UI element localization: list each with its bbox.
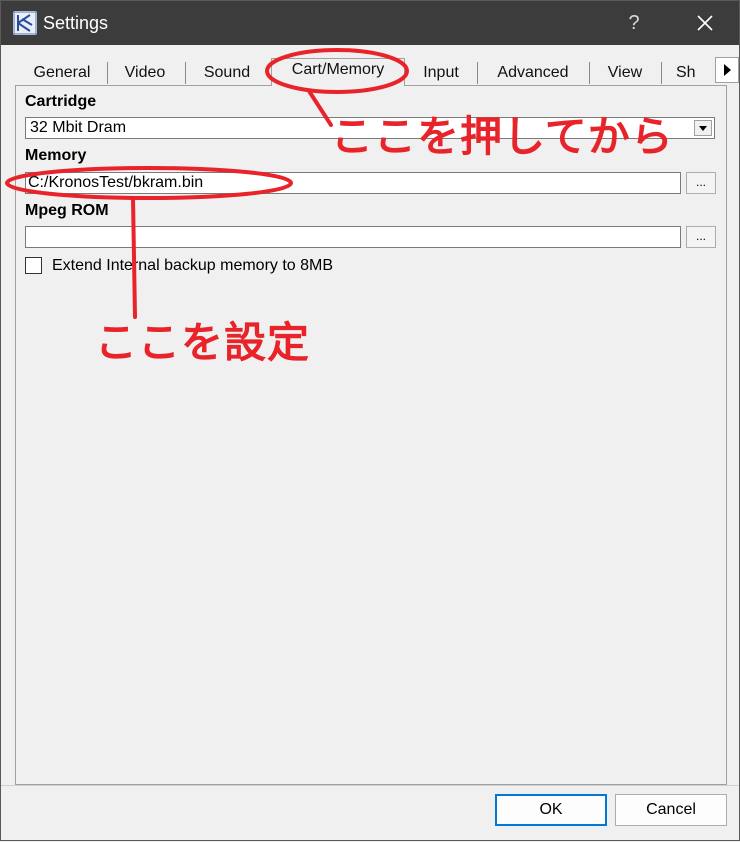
cartridge-dropdown-button[interactable] <box>694 120 712 136</box>
mpeg-rom-browse-button[interactable]: ... <box>686 226 716 248</box>
chevron-down-icon <box>699 126 707 131</box>
tab-sound[interactable]: Sound <box>185 62 268 84</box>
footer-divider <box>1 785 739 786</box>
tab-view[interactable]: View <box>589 62 660 84</box>
tab-shortcuts[interactable]: Sh <box>661 62 703 84</box>
close-button[interactable] <box>685 7 725 39</box>
settings-tabs: General Video Sound Cart/Memory Input Ad… <box>15 57 739 86</box>
extend-backup-label: Extend Internal backup memory to 8MB <box>52 257 334 274</box>
memory-path-input[interactable]: C:/KronosTest/bkram.bin <box>25 172 681 194</box>
mpeg-rom-path-input[interactable] <box>25 226 681 248</box>
ok-button[interactable]: OK <box>495 794 607 826</box>
tab-advanced[interactable]: Advanced <box>477 62 588 84</box>
extend-backup-checkbox[interactable] <box>25 257 42 274</box>
window-title: Settings <box>43 13 109 33</box>
title-bar[interactable]: Settings ? <box>1 1 739 45</box>
memory-label: Memory <box>25 147 87 164</box>
app-icon <box>13 11 37 35</box>
tab-scroll-right-button[interactable] <box>715 57 739 83</box>
close-icon <box>697 15 713 31</box>
cartridge-label: Cartridge <box>25 93 97 110</box>
tab-video[interactable]: Video <box>107 62 182 84</box>
tab-cart-memory[interactable]: Cart/Memory <box>271 58 405 86</box>
mpeg-rom-label: Mpeg ROM <box>25 202 109 219</box>
help-button[interactable]: ? <box>617 7 651 39</box>
settings-window: Settings ? General Video Sound Cart/Memo… <box>0 0 740 841</box>
tab-input[interactable]: Input <box>407 62 475 84</box>
cancel-button[interactable]: Cancel <box>615 794 727 826</box>
annotation-set-here: ここを設定 <box>95 319 311 366</box>
memory-browse-button[interactable]: ... <box>686 172 716 194</box>
cartridge-value: 32 Mbit Dram <box>30 119 127 136</box>
tab-general[interactable]: General <box>19 62 105 84</box>
annotation-press-here: ここを押してから <box>331 113 674 160</box>
triangle-right-icon <box>724 64 731 76</box>
